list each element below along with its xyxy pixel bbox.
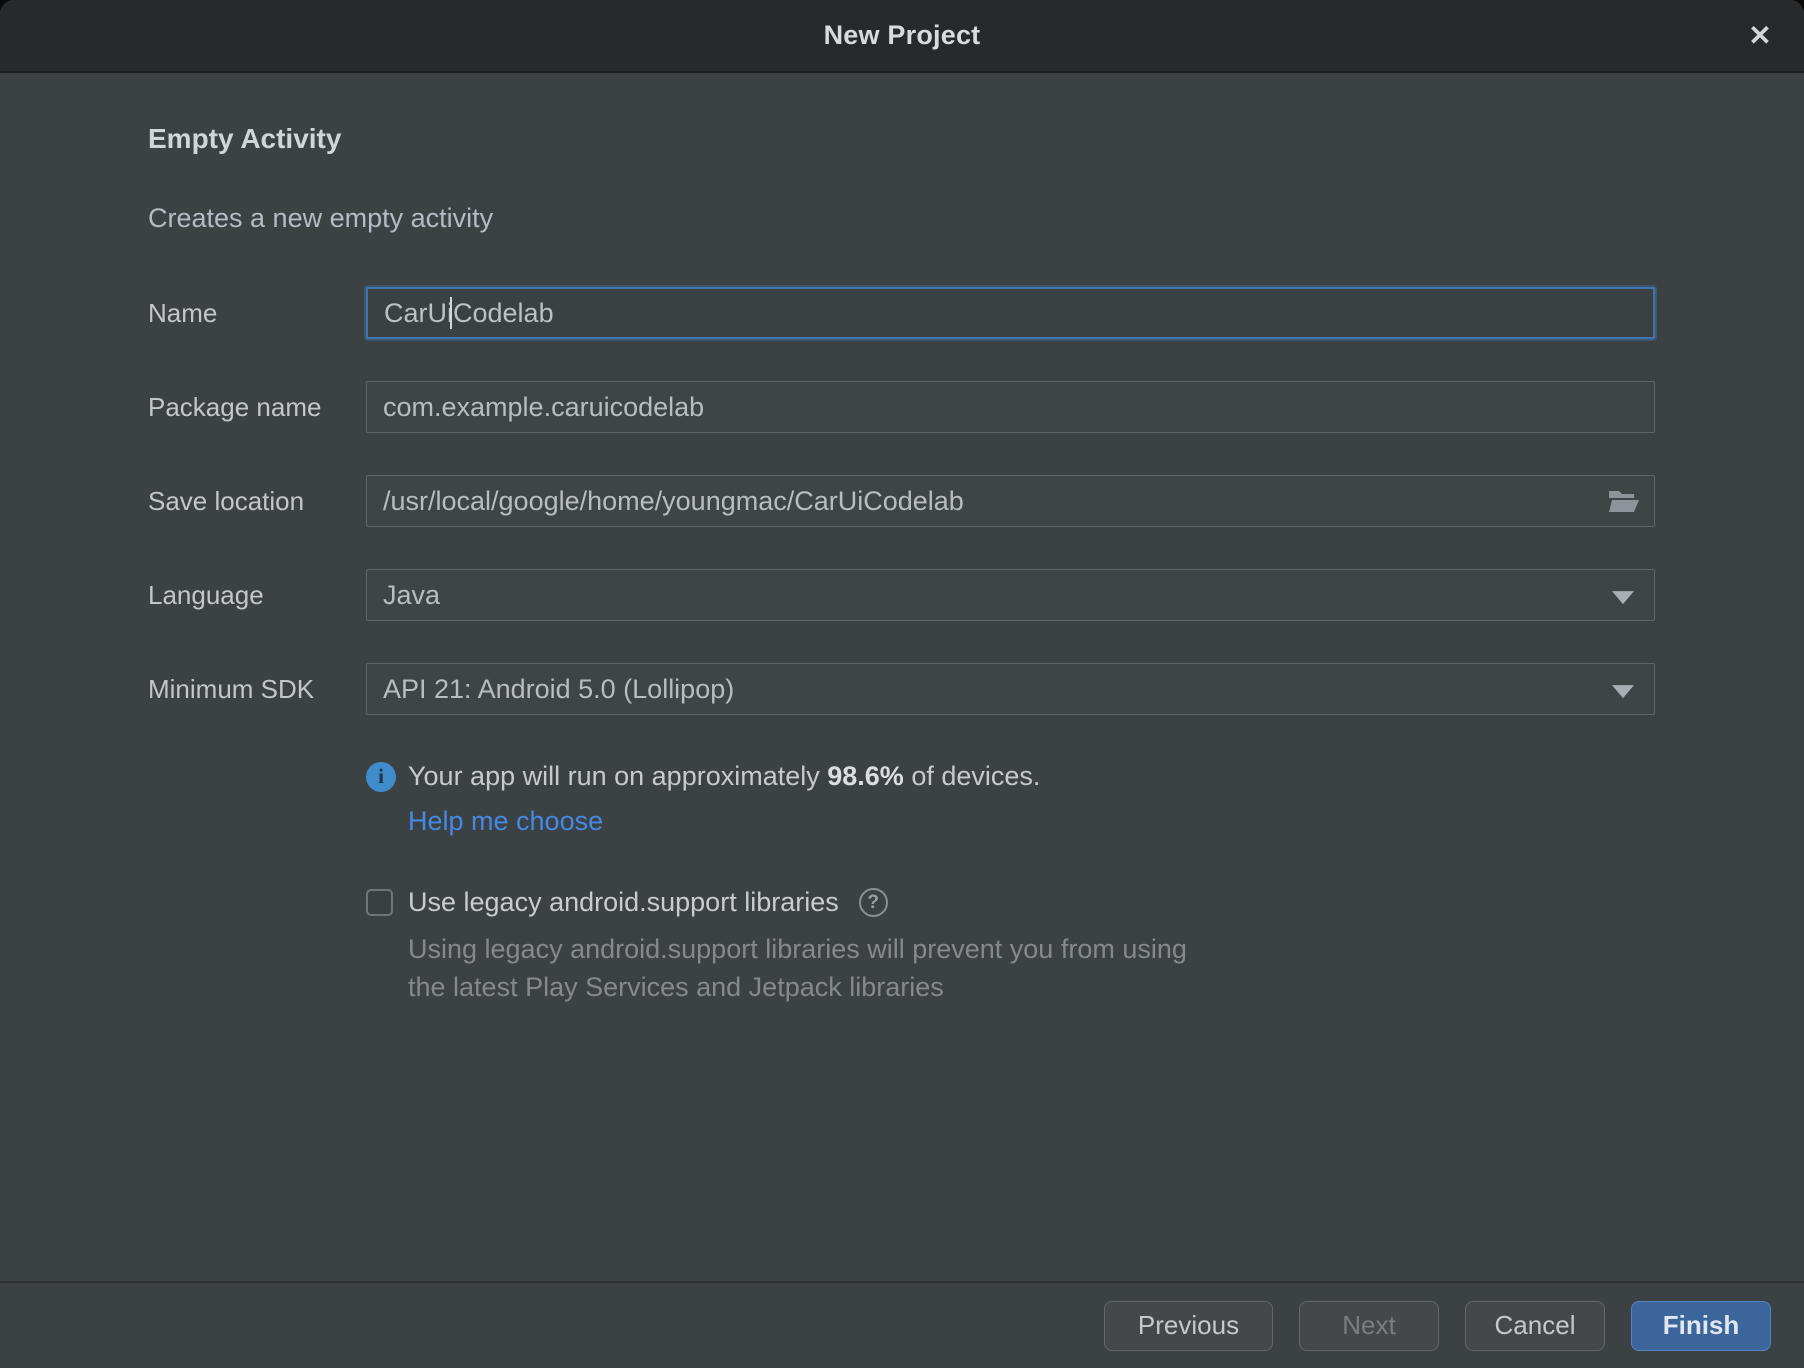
info-icon: i <box>366 762 396 792</box>
language-label: Language <box>148 580 366 611</box>
open-folder-icon <box>1608 488 1640 514</box>
package-name-input[interactable] <box>366 381 1655 433</box>
help-icon[interactable]: ? <box>859 888 888 917</box>
legacy-support-label: Use legacy android.support libraries <box>408 887 839 918</box>
save-location-label: Save location <box>148 486 366 517</box>
language-select[interactable]: Java <box>366 569 1655 621</box>
package-name-row: Package name <box>148 381 1655 433</box>
chevron-down-icon <box>1612 685 1634 698</box>
text-cursor <box>450 297 452 329</box>
dialog-footer: Previous Next Cancel Finish <box>0 1281 1804 1368</box>
finish-button[interactable]: Finish <box>1631 1301 1771 1351</box>
save-location-row: Save location <box>148 475 1655 527</box>
sdk-info-line: i Your app will run on approximately 98.… <box>366 761 1655 792</box>
package-name-label: Package name <box>148 392 366 423</box>
name-input[interactable] <box>366 287 1655 339</box>
project-form: Name Package name Save location <box>148 287 1655 715</box>
chevron-down-icon <box>1612 591 1634 604</box>
sdk-info-section: i Your app will run on approximately 98.… <box>366 761 1655 837</box>
legacy-support-section: Use legacy android.support libraries ? U… <box>366 887 1655 1006</box>
sdk-info-percent: 98.6% <box>827 761 904 791</box>
legacy-support-description: Using legacy android.support libraries w… <box>408 930 1655 1006</box>
save-location-field-wrap <box>366 475 1655 527</box>
legacy-support-row: Use legacy android.support libraries ? <box>366 887 1655 918</box>
minimum-sdk-select[interactable]: API 21: Android 5.0 (Lollipop) <box>366 663 1655 715</box>
legacy-support-description-line2: the latest Play Services and Jetpack lib… <box>408 968 1655 1006</box>
dialog-content: Empty Activity Creates a new empty activ… <box>0 73 1804 1281</box>
language-selected-value: Java <box>383 580 440 611</box>
package-name-field-wrap <box>366 381 1655 433</box>
name-row: Name <box>148 287 1655 339</box>
minimum-sdk-label: Minimum SDK <box>148 674 366 705</box>
sdk-info-text-before: Your app will run on approximately <box>408 761 827 791</box>
legacy-support-description-line1: Using legacy android.support libraries w… <box>408 930 1655 968</box>
close-icon[interactable]: ✕ <box>1738 14 1782 58</box>
minimum-sdk-row: Minimum SDK API 21: Android 5.0 (Lollipo… <box>148 663 1655 715</box>
previous-button[interactable]: Previous <box>1104 1301 1273 1351</box>
language-row: Language Java <box>148 569 1655 621</box>
sdk-info-text-after: of devices. <box>904 761 1041 791</box>
new-project-dialog: New Project ✕ Empty Activity Creates a n… <box>0 0 1804 1368</box>
name-field-wrap <box>366 287 1655 339</box>
cancel-button[interactable]: Cancel <box>1465 1301 1605 1351</box>
name-label: Name <box>148 298 366 329</box>
dialog-title: New Project <box>824 20 981 51</box>
next-button[interactable]: Next <box>1299 1301 1439 1351</box>
legacy-support-checkbox[interactable] <box>366 889 393 916</box>
sdk-info-text: Your app will run on approximately 98.6%… <box>408 761 1040 792</box>
template-title: Empty Activity <box>148 121 1655 157</box>
help-me-choose-link[interactable]: Help me choose <box>408 806 603 837</box>
save-location-input[interactable] <box>366 475 1655 527</box>
folder-browse-icon[interactable] <box>1607 487 1641 515</box>
template-subtitle: Creates a new empty activity <box>148 201 1655 235</box>
minimum-sdk-selected-value: API 21: Android 5.0 (Lollipop) <box>383 674 734 705</box>
dialog-titlebar: New Project ✕ <box>0 0 1804 73</box>
